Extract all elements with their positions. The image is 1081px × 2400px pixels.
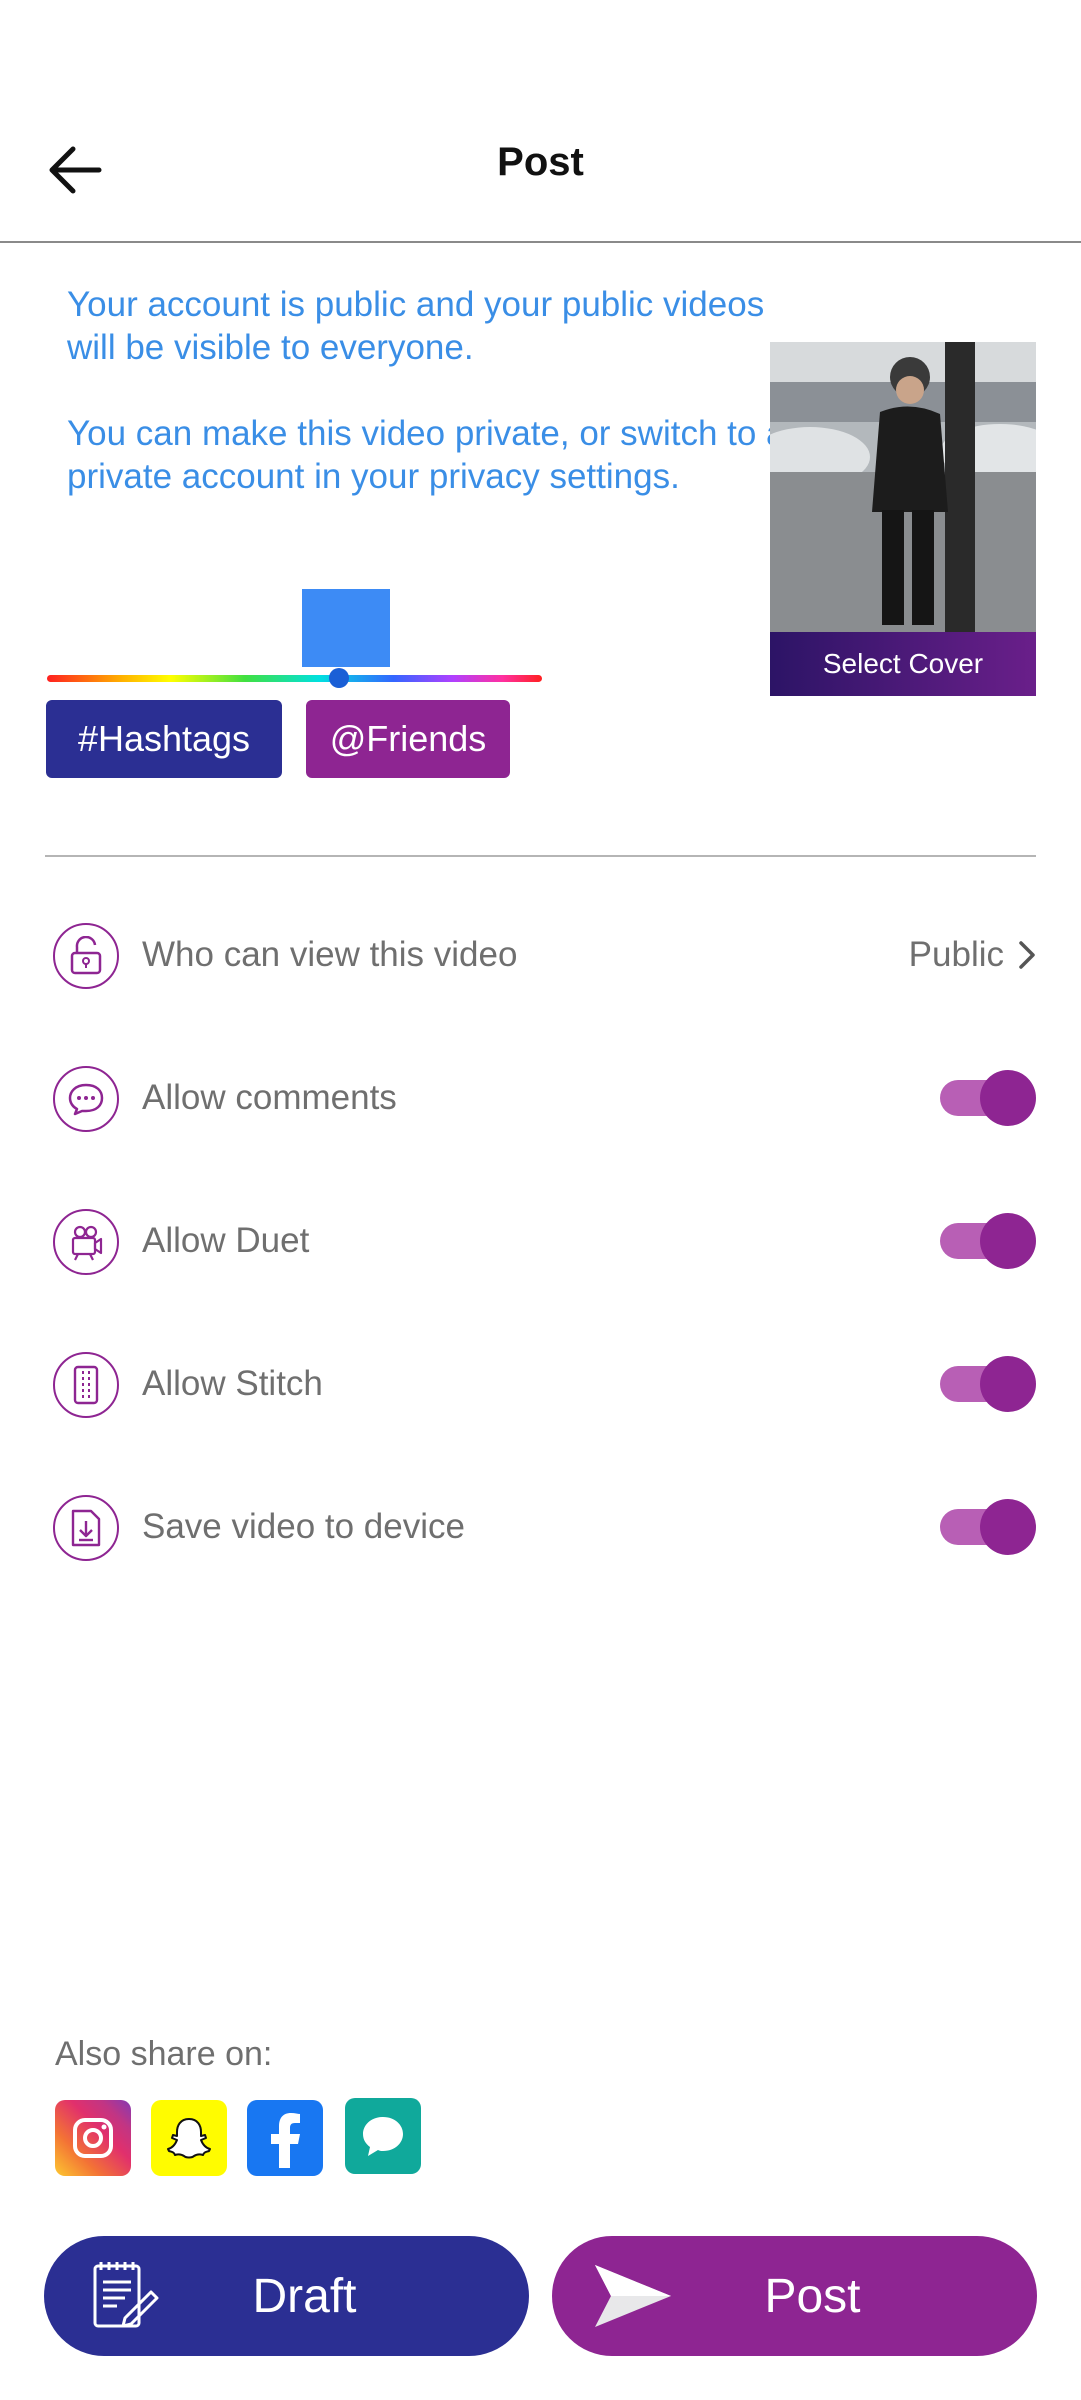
privacy-label: Who can view this video <box>142 935 518 974</box>
snapchat-icon[interactable] <box>151 2100 227 2176</box>
draft-note-icon <box>80 2251 170 2341</box>
facebook-icon[interactable] <box>247 2100 323 2176</box>
lock-icon <box>53 923 119 989</box>
privacy-value-button[interactable]: Public <box>909 905 1036 1005</box>
comments-label: Allow comments <box>142 1078 397 1117</box>
chevron-right-icon <box>1019 941 1035 969</box>
page-title: Post <box>497 140 584 184</box>
comments-toggle[interactable] <box>936 1068 1036 1128</box>
select-cover-button[interactable]: Select Cover <box>770 632 1036 696</box>
text-color-preview <box>302 589 390 667</box>
public-account-notice: Your account is public and your public v… <box>67 285 765 367</box>
duet-label: Allow Duet <box>142 1221 310 1260</box>
duet-toggle[interactable] <box>936 1211 1036 1271</box>
cover-image <box>770 342 1036 632</box>
header-divider <box>0 241 1081 243</box>
privacy-row[interactable]: Who can view this video Public <box>45 905 1036 1005</box>
draft-label: Draft <box>252 2269 357 2323</box>
message-icon[interactable] <box>345 2098 421 2174</box>
section-divider <box>45 855 1036 857</box>
draft-button[interactable]: Draft <box>44 2236 529 2356</box>
save-toggle[interactable] <box>936 1497 1036 1557</box>
stitch-row: Allow Stitch <box>45 1334 1036 1434</box>
duet-row: Allow Duet <box>45 1191 1036 1291</box>
save-row: Save video to device <box>45 1477 1036 1577</box>
chat-bubble-icon <box>53 1066 119 1132</box>
privacy-value: Public <box>908 935 1004 974</box>
instagram-icon[interactable] <box>55 2100 131 2176</box>
color-slider-thumb[interactable] <box>329 668 350 688</box>
download-icon <box>53 1495 119 1561</box>
stitch-icon <box>53 1352 119 1418</box>
stitch-label: Allow Stitch <box>142 1364 323 1403</box>
comments-row: Allow comments <box>45 1048 1036 1148</box>
video-camera-icon <box>53 1209 119 1275</box>
friends-button[interactable]: @Friends <box>306 700 510 778</box>
cover-thumbnail[interactable]: Select Cover <box>770 342 1036 696</box>
save-label: Save video to device <box>142 1507 465 1546</box>
color-slider[interactable] <box>47 675 542 682</box>
stitch-toggle[interactable] <box>936 1354 1036 1414</box>
privacy-hint: You can make this video private, or swit… <box>67 414 786 496</box>
post-button[interactable]: Post <box>552 2236 1037 2356</box>
share-label: Also share on: <box>55 2035 273 2073</box>
hashtags-button[interactable]: #Hashtags <box>46 700 282 778</box>
post-label: Post <box>764 2269 861 2323</box>
send-icon <box>588 2251 678 2341</box>
